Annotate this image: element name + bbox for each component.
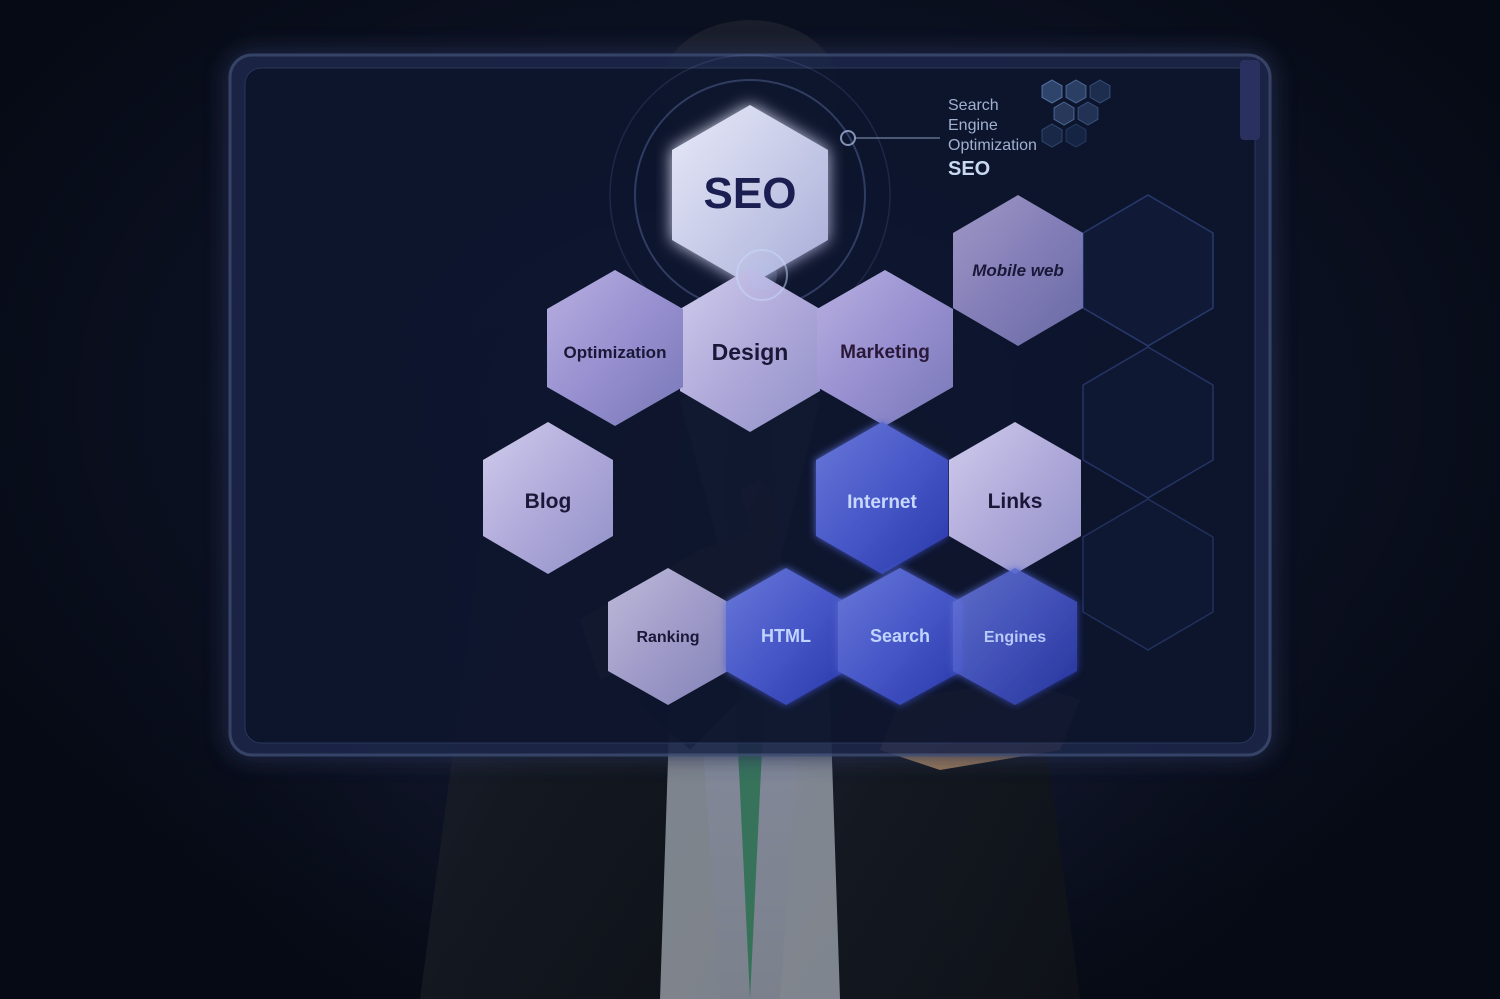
search-hex-label: Search	[870, 626, 930, 646]
seo-annotation-optimization: Optimization	[948, 137, 1037, 154]
seo-annotation-label: SEO	[948, 158, 990, 180]
mobileweb-hex-label: Mobile web	[972, 261, 1064, 280]
ranking-hex-label: Ranking	[636, 629, 699, 646]
html-hex-label: HTML	[761, 626, 811, 646]
seo-annotation-engine: Engine	[948, 117, 998, 134]
seo-hex-label: SEO	[704, 169, 797, 218]
design-hex-label: Design	[712, 339, 789, 365]
optimization-hex-label: Optimization	[564, 343, 667, 362]
engines-hex-label: Engines	[984, 629, 1046, 646]
internet-hex-label: Internet	[847, 492, 917, 513]
seo-annotation-search: Search	[948, 97, 999, 114]
marketing-hex-label: Marketing	[840, 342, 930, 363]
scene-svg: SEO Design Marketing Optimization Mobile…	[0, 0, 1500, 999]
blog-hex-label: Blog	[525, 490, 572, 513]
links-hex-label: Links	[988, 490, 1043, 513]
